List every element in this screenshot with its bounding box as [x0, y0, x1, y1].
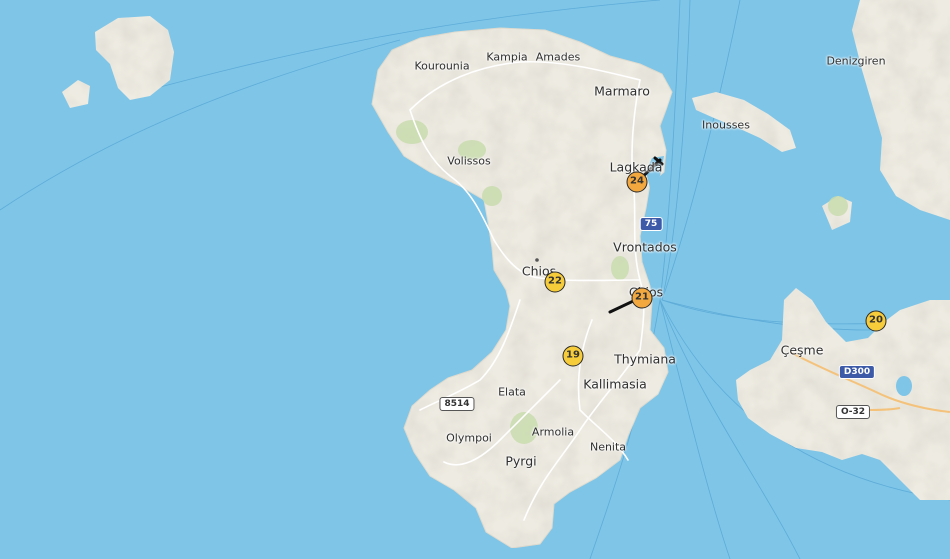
label-vrontados: Vrontados — [613, 239, 677, 255]
chios-peak-dot — [535, 258, 539, 262]
label-cesme: Çeşme — [780, 342, 824, 358]
island-psara — [95, 16, 174, 100]
label-nenita: Nenita — [589, 440, 627, 454]
road-shield-8514: 8514 — [439, 397, 475, 411]
map-marker-21[interactable]: 21 — [631, 287, 653, 309]
map-marker-24[interactable]: 24 — [626, 171, 648, 193]
turkey-north — [852, 0, 950, 220]
map-marker-19[interactable]: 19 — [562, 345, 584, 367]
label-elata: Elata — [498, 385, 526, 399]
road-shield-o32: O-32 — [835, 405, 871, 419]
map-base — [0, 0, 950, 559]
island-chios — [371, 27, 673, 549]
label-olympoi: Olympoi — [446, 431, 492, 445]
road-shield-75: 75 — [639, 217, 663, 231]
label-thymiana: Thymiana — [614, 351, 676, 367]
label-amades: Amades — [535, 50, 581, 64]
label-pyrgi: Pyrgi — [505, 453, 537, 469]
label-kallimasia: Kallimasia — [583, 376, 647, 392]
label-inousses: Inousses — [702, 118, 750, 132]
label-kampia: Kampia — [486, 50, 528, 64]
label-armolia: Armolia — [531, 425, 575, 439]
label-marmaro: Marmaro — [594, 83, 650, 99]
label-volissos: Volissos — [447, 154, 491, 168]
turkey-cesme — [736, 288, 950, 500]
road-shield-d300: D300 — [838, 365, 876, 379]
label-kourounia: Kourounia — [414, 59, 470, 73]
island-antipsara — [62, 80, 90, 108]
map-canvas[interactable]: Kourounia Kampia Amades Marmaro Volissos… — [0, 0, 950, 559]
map-marker-22[interactable]: 22 — [544, 271, 566, 293]
label-denizgiren: Denizgiren — [826, 54, 886, 68]
map-marker-20[interactable]: 20 — [865, 310, 887, 332]
